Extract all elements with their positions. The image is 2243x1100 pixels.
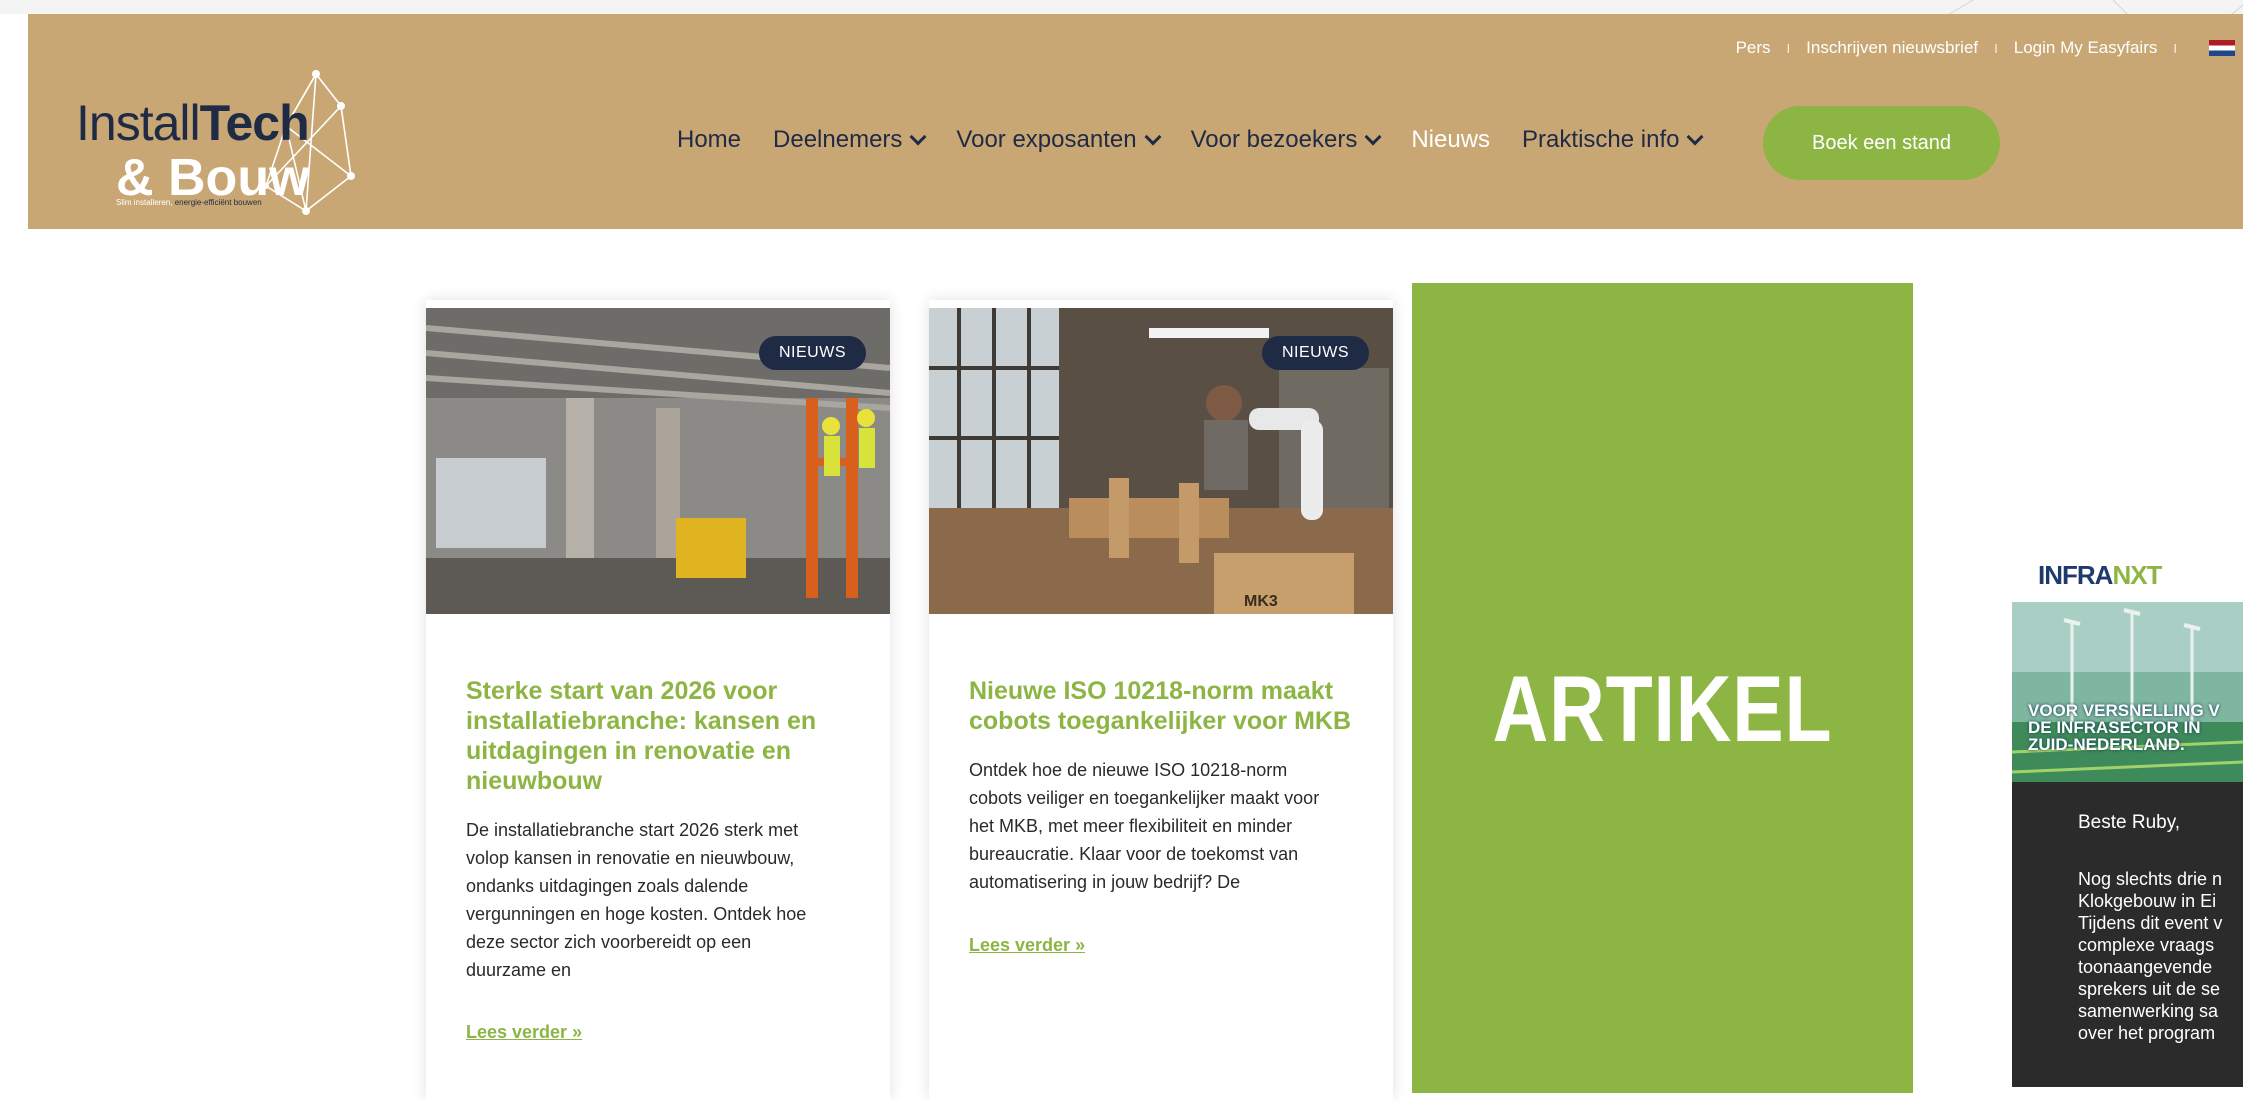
article-image-workshop[interactable]: NIEUWS MK3 (929, 308, 1393, 614)
article-card[interactable]: NIEUWS Sterke start van 2026 voor instal… (426, 300, 890, 1100)
ad-message-panel: Beste Ruby, Nog slechts drie n Klokgebou… (2012, 782, 2243, 1087)
chevron-down-icon (1686, 128, 1704, 146)
nav-home[interactable]: Home (677, 126, 741, 154)
category-badge[interactable]: NIEUWS (759, 336, 866, 370)
utility-link-pers[interactable]: Pers (1736, 38, 1771, 58)
article-title[interactable]: Sterke start van 2026 voor installatiebr… (466, 676, 856, 796)
read-more-link[interactable]: Lees verder » (969, 935, 1085, 956)
nav-praktische-info[interactable]: Praktische info (1522, 126, 1704, 154)
category-badge[interactable]: NIEUWS (1262, 336, 1369, 370)
nav-nieuws[interactable]: Nieuws (1411, 126, 1490, 154)
nl-flag-icon[interactable] (2209, 40, 2235, 56)
logo-tagline: Slim installeren, energie-efficiënt bouw… (116, 198, 262, 207)
read-more-link[interactable]: Lees verder » (466, 1022, 582, 1043)
book-stand-button[interactable]: Boek een stand (1763, 106, 2000, 180)
utility-link-newsletter[interactable]: Inschrijven nieuwsbrief (1806, 38, 1978, 58)
chevron-down-icon (1144, 128, 1162, 146)
utility-separator: I (2173, 40, 2177, 56)
ad-hero-image: VOOR VERSNELLING V DE INFRASECTOR IN ZUI… (2012, 602, 2243, 782)
utility-link-login[interactable]: Login My Easyfairs (2014, 38, 2158, 58)
utility-separator: I (1786, 40, 1791, 56)
ad-brand-logo: INFRANXT (2038, 560, 2162, 590)
ad-hero-text: VOOR VERSNELLING V DE INFRASECTOR IN ZUI… (2028, 701, 2220, 754)
chevron-down-icon (909, 128, 927, 146)
main-nav: Home Deelnemers Voor exposanten Voor bez… (677, 126, 1704, 154)
nav-voor-exposanten[interactable]: Voor exposanten (956, 126, 1162, 154)
advertisement-infranxt[interactable]: INFRANXT VOOR VERSNELLING V DE INFRASECT… (2012, 548, 2243, 1087)
article-image-construction[interactable]: NIEUWS (426, 308, 890, 614)
logo-wordmark: InstallTech (76, 95, 310, 151)
article-title[interactable]: Nieuwe ISO 10218-norm maakt cobots toega… (969, 676, 1359, 736)
artikel-label: ARTIKEL (1492, 656, 1833, 761)
nav-voor-bezoekers[interactable]: Voor bezoekers (1191, 126, 1382, 154)
article-excerpt: Ontdek hoe de nieuwe ISO 10218-norm cobo… (969, 760, 1320, 892)
site-logo[interactable]: InstallTech & Bouw Slim installeren, ene… (76, 66, 356, 216)
top-strip (0, 0, 2243, 14)
ad-greeting: Beste Ruby, (2078, 812, 2181, 833)
chevron-down-icon (1364, 128, 1382, 146)
ad-body-text: Nog slechts drie n Klokgebouw in Ei Tijd… (2078, 869, 2223, 1043)
article-card[interactable]: NIEUWS MK3 Nieuwe ISO 10218-norm maakt c… (929, 300, 1393, 1100)
article-excerpt: De installatiebranche start 2026 sterk m… (466, 820, 807, 980)
artikel-promo-block[interactable]: ARTIKEL (1412, 283, 1913, 1093)
utility-nav: Pers I Inschrijven nieuwsbrief I Login M… (1736, 36, 2243, 60)
nav-deelnemers[interactable]: Deelnemers (773, 126, 927, 154)
box-print: MK3 (1244, 593, 1278, 610)
utility-separator: I (1994, 40, 1998, 56)
